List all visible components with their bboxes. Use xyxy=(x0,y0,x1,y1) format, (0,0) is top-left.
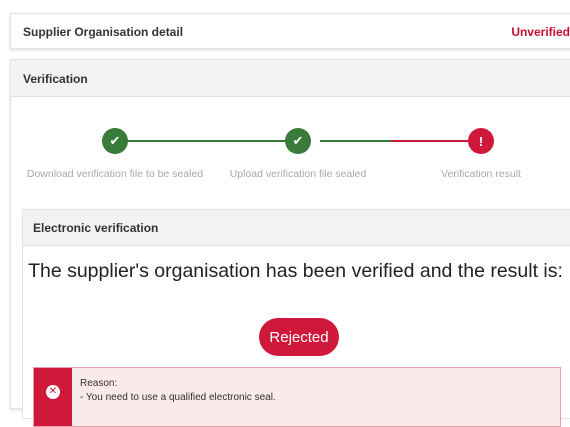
electronic-verification-title: Electronic verification xyxy=(33,221,159,235)
page-title: Supplier Organisation detail xyxy=(23,25,184,39)
verification-status-badge: Unverified xyxy=(511,25,570,39)
stepper-connector-1 xyxy=(128,140,294,142)
stepper-connector-3 xyxy=(391,140,476,142)
supplier-organisation-header: Supplier Organisation detail Unverified xyxy=(10,13,570,49)
step-2-check-icon: ✔ xyxy=(285,128,311,154)
step-3-label: Verification result xyxy=(441,168,521,180)
step-1-check-icon: ✔ xyxy=(102,128,128,154)
rejection-reason-alert: ✕ Reason: - You need to use a qualified … xyxy=(33,367,561,427)
reason-title: Reason: xyxy=(80,378,118,389)
step-2-label: Upload verification file sealed xyxy=(229,168,367,180)
step-1-label: Download verification file to be sealed xyxy=(26,168,204,180)
electronic-verification-panel: Electronic verification The supplier's o… xyxy=(22,209,570,427)
close-circle-icon: ✕ xyxy=(46,385,60,399)
reason-item: - You need to use a qualified electronic… xyxy=(80,392,276,403)
step-3-exclamation-icon: ! xyxy=(468,128,494,154)
alert-icon-column: ✕ xyxy=(34,368,72,426)
result-rejected-badge: Rejected xyxy=(259,318,339,356)
verification-result-message: The supplier's organisation has been ver… xyxy=(28,260,563,282)
verification-stepper: ✔ ✔ ! Download verification file to be s… xyxy=(11,60,570,190)
verification-panel: Verification ✔ ✔ ! Download verification… xyxy=(10,59,570,427)
electronic-verification-header: Electronic verification xyxy=(23,210,570,246)
